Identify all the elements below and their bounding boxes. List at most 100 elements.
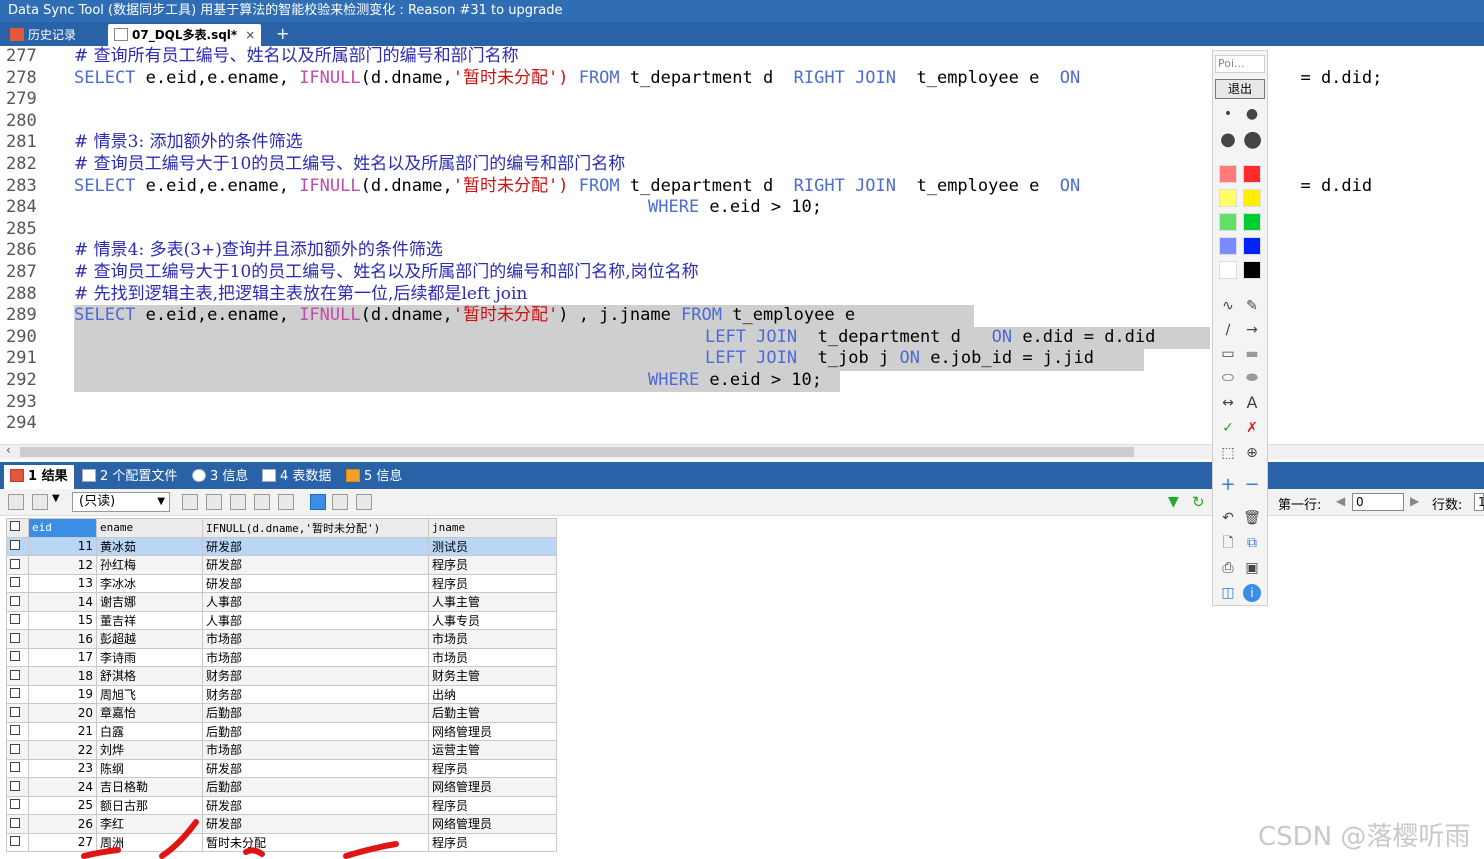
table-cell[interactable]: 研发部	[202, 536, 429, 556]
row-checkbox[interactable]	[6, 703, 29, 723]
row-checkbox[interactable]	[6, 666, 29, 686]
line-icon[interactable]: ∕	[1219, 321, 1237, 339]
check-icon[interactable]: ✓	[1219, 419, 1237, 437]
table-cell[interactable]: 后勤主管	[428, 703, 557, 723]
table-cell[interactable]: 章嘉怡	[96, 703, 203, 723]
table-cell[interactable]: 程序员	[428, 573, 557, 593]
table-row[interactable]: 14 谢吉娜 人事部 人事主管	[6, 592, 557, 612]
arrow-icon[interactable]: →	[1243, 321, 1261, 339]
duplicate-row-icon[interactable]	[206, 494, 222, 510]
table-cell[interactable]: 李诗雨	[96, 647, 203, 667]
table-row[interactable]: 18 舒淇格 财务部 财务主管	[6, 666, 557, 686]
prev-page-icon[interactable]: ◀	[1336, 494, 1345, 508]
table-cell[interactable]: 市场员	[428, 647, 557, 667]
color-swatch[interactable]	[1243, 213, 1261, 231]
table-cell[interactable]: 孙红梅	[96, 555, 203, 575]
table-cell[interactable]: 刘烨	[96, 740, 203, 760]
select-all-checkbox[interactable]	[6, 518, 29, 538]
first-row-input[interactable]: 0	[1352, 493, 1404, 511]
table-cell[interactable]: 网络管理员	[428, 814, 557, 834]
table-cell[interactable]: 23	[28, 758, 97, 778]
filled-ellipse-icon[interactable]: ⬬	[1243, 369, 1261, 387]
next-page-icon[interactable]: ▶	[1410, 494, 1419, 508]
row-checkbox[interactable]	[6, 536, 29, 556]
table-row[interactable]: 23 陈纲 研发部 程序员	[6, 758, 557, 778]
color-swatch[interactable]	[1219, 165, 1237, 183]
table-cell[interactable]: 李冰冰	[96, 573, 203, 593]
new-page-icon[interactable]: 🗋	[1219, 534, 1237, 552]
table-cell[interactable]: 18	[28, 666, 97, 686]
table-cell[interactable]: 研发部	[202, 555, 429, 575]
table-row[interactable]: 17 李诗雨 市场部 市场员	[6, 647, 557, 667]
row-checkbox[interactable]	[6, 629, 29, 649]
color-swatch[interactable]	[1243, 165, 1261, 183]
table-cell[interactable]: 研发部	[202, 758, 429, 778]
table-row[interactable]: 22 刘烨 市场部 运营主管	[6, 740, 557, 760]
cross-icon[interactable]: ✗	[1243, 419, 1261, 437]
color-swatch[interactable]	[1219, 261, 1237, 279]
table-cell[interactable]: 14	[28, 592, 97, 612]
color-swatch[interactable]	[1243, 237, 1261, 255]
table-cell[interactable]: 研发部	[202, 573, 429, 593]
table-cell[interactable]: 陈纲	[96, 758, 203, 778]
row-count-input[interactable]: 1	[1474, 493, 1484, 511]
filled-rectangle-icon[interactable]: ▬	[1243, 345, 1261, 363]
double-arrow-icon[interactable]: ↔	[1219, 394, 1237, 412]
table-cell[interactable]: 20	[28, 703, 97, 723]
table-cell[interactable]: 人事部	[202, 610, 429, 630]
color-swatch[interactable]	[1243, 189, 1261, 207]
export-icon[interactable]	[8, 494, 24, 510]
add-tab-button[interactable]: +	[276, 24, 289, 44]
table-cell[interactable]: 市场部	[202, 647, 429, 667]
row-checkbox[interactable]	[6, 777, 29, 797]
table-row[interactable]: 20 章嘉怡 后勤部 后勤主管	[6, 703, 557, 723]
table-cell[interactable]: 人事专员	[428, 610, 557, 630]
table-cell[interactable]: 19	[28, 684, 97, 704]
table-row[interactable]: 24 吉日格勒 后勤部 网络管理员	[6, 777, 557, 797]
row-checkbox[interactable]	[6, 721, 29, 741]
table-cell[interactable]: 程序员	[428, 795, 557, 815]
undo-icon[interactable]: ↶	[1219, 509, 1237, 527]
table-cell[interactable]: 程序员	[428, 758, 557, 778]
scroll-left-icon[interactable]: ‹	[6, 443, 11, 457]
refresh-icon[interactable]	[278, 494, 294, 510]
reload-icon[interactable]: ↻	[1192, 494, 1208, 510]
text-mode-icon[interactable]	[356, 494, 372, 510]
row-checkbox[interactable]	[6, 758, 29, 778]
table-row[interactable]: 12 孙红梅 研发部 程序员	[6, 555, 557, 575]
table-cell[interactable]: 后勤部	[202, 703, 429, 723]
dropdown-arrow-icon[interactable]: ▼	[52, 493, 60, 504]
table-cell[interactable]: 人事部	[202, 592, 429, 612]
rectangle-icon[interactable]: ▭	[1219, 345, 1237, 363]
delete-icon[interactable]	[254, 494, 270, 510]
row-checkbox[interactable]	[6, 610, 29, 630]
filter-icon[interactable]: ▼	[1168, 494, 1184, 510]
table-cell[interactable]: 13	[28, 573, 97, 593]
dot-medium-icon[interactable]: ●	[1243, 105, 1261, 123]
table-cell[interactable]: 财务部	[202, 684, 429, 704]
tab-info-2[interactable]: 5 信息	[346, 466, 402, 488]
table-cell[interactable]: 市场部	[202, 740, 429, 760]
dot-small-icon[interactable]: •	[1219, 105, 1237, 123]
insert-row-icon[interactable]	[182, 494, 198, 510]
trash-icon[interactable]: 🗑	[1243, 509, 1261, 527]
table-row[interactable]: 19 周旭飞 财务部 出纳	[6, 684, 557, 704]
zoom-icon[interactable]: ⊕	[1243, 444, 1261, 462]
color-swatch[interactable]	[1219, 189, 1237, 207]
text-tool-icon[interactable]: A	[1243, 394, 1261, 412]
color-swatch[interactable]	[1243, 261, 1261, 279]
table-cell[interactable]: 市场部	[202, 629, 429, 649]
column-header[interactable]: eid	[28, 518, 97, 538]
zoom-in-icon[interactable]: +	[1219, 476, 1237, 494]
row-checkbox[interactable]	[6, 740, 29, 760]
table-row[interactable]: 16 彭超越 市场部 市场员	[6, 629, 557, 649]
print-icon[interactable]: ⎙	[1219, 559, 1237, 577]
table-cell[interactable]: 16	[28, 629, 97, 649]
table-cell[interactable]: 15	[28, 610, 97, 630]
table-cell[interactable]: 周旭飞	[96, 684, 203, 704]
table-cell[interactable]: 人事主管	[428, 592, 557, 612]
tab-info[interactable]: 3 信息	[192, 466, 248, 488]
table-cell[interactable]: 财务部	[202, 666, 429, 686]
readonly-select[interactable]: (只读) ▼	[72, 492, 170, 512]
table-cell[interactable]: 董吉祥	[96, 610, 203, 630]
